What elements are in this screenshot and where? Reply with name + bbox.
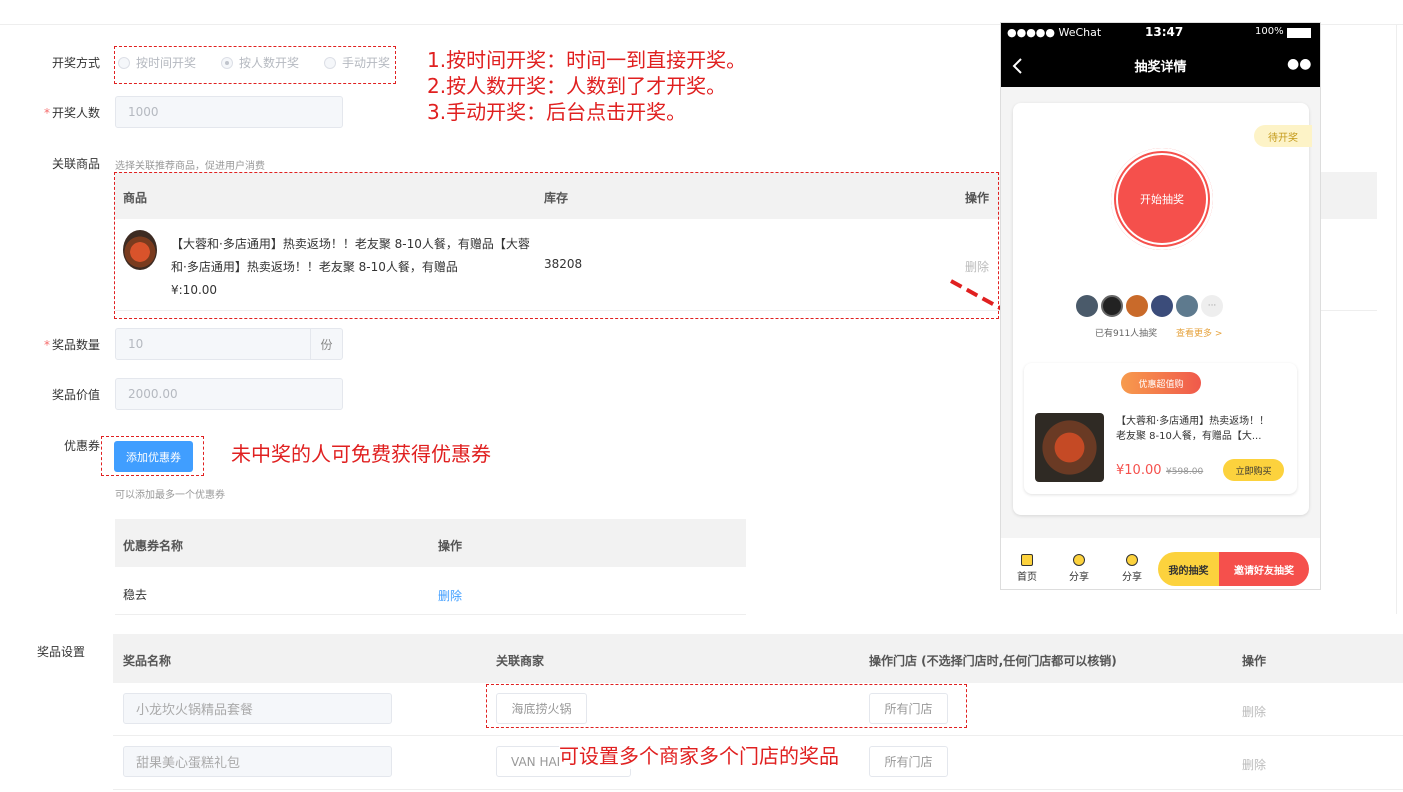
tab-label: 分享 — [1122, 572, 1142, 583]
product-title-line: 【大蓉和·多店通用】热卖返场！！ — [1116, 416, 1270, 427]
radio-label: 按时间开奖 — [136, 56, 197, 70]
prize-row-divider — [113, 789, 1403, 790]
prize-note: 可设置多个商家多个门店的奖品 — [559, 743, 839, 769]
mode-note: 2.按人数开奖：人数到了才开奖。 — [427, 74, 727, 98]
coupon-label: 优惠券 — [63, 439, 100, 453]
home-icon — [1021, 554, 1033, 566]
coupon-table-header — [115, 519, 746, 567]
carrier: ●●●●● WeChat — [1007, 26, 1102, 39]
nav-title: 抽奖详情 — [1134, 60, 1187, 75]
participants-text: 已有911人抽奖 — [1095, 329, 1158, 339]
avatar — [1151, 295, 1173, 317]
start-lottery-button[interactable]: 开始抽奖 — [1111, 148, 1213, 250]
related-goods-label: 关联商品 — [51, 157, 100, 171]
radio-manual[interactable]: 手动开奖 — [324, 54, 390, 71]
status-bar: ●●●●● WeChat 13:47 100% — [1001, 23, 1320, 43]
tab-share[interactable]: 分享 — [1059, 554, 1099, 583]
radio-by-count[interactable]: 按人数开奖 — [221, 54, 299, 71]
product-title: 【大蓉和·多店通用】热卖返场！！ 老友聚 8-10人餐，有赠品【大... — [1116, 414, 1292, 444]
prize-delete-link[interactable]: 删除 — [1242, 756, 1266, 773]
tab-share-2[interactable]: 分享 — [1112, 554, 1152, 583]
my-lottery-button[interactable]: 我的抽奖 — [1158, 552, 1219, 586]
coupon-delete-link[interactable]: 删除 — [438, 587, 462, 604]
coupon-note: 未中奖的人可免费获得优惠券 — [231, 442, 491, 466]
avatar — [1126, 295, 1148, 317]
prize-qty-input[interactable]: 10 — [115, 328, 311, 360]
tab-label: 首页 — [1017, 572, 1037, 583]
tab-home[interactable]: 首页 — [1007, 554, 1047, 583]
coupon-col-action: 操作 — [438, 539, 463, 553]
prize-col-store: 操作门店 (不选择门店时,任何门店都可以核销) — [869, 654, 1117, 668]
radio-circle-icon — [118, 56, 130, 69]
prize-delete-link[interactable]: 删除 — [1242, 703, 1266, 720]
buy-now-button[interactable]: 立即购买 — [1223, 459, 1284, 481]
prize-value-label: 奖品价值 — [51, 388, 100, 402]
mode-note: 1.按时间开奖：时间一到直接开奖。 — [427, 48, 747, 72]
mode-notes: 1.按时间开奖：时间一到直接开奖。 2.按人数开奖：人数到了才开奖。 3.手动开… — [427, 47, 746, 125]
radio-circle-icon — [221, 56, 233, 69]
nav-bar: 抽奖详情 ●● — [1001, 43, 1320, 87]
product-price: ¥10.00 — [1116, 463, 1162, 478]
draw-count-input[interactable]: 1000 — [115, 96, 343, 128]
promo-card: 优惠超值购 【大蓉和·多店通用】热卖返场！！ 老友聚 8-10人餐，有赠品【大.… — [1024, 363, 1297, 494]
status-tag: 待开奖 — [1254, 125, 1312, 147]
prize-qty-unit: 份 — [310, 328, 343, 360]
promo-tag: 优惠超值购 — [1121, 372, 1201, 394]
prize-col-merchant: 关联商家 — [496, 654, 545, 668]
product-image — [1035, 413, 1104, 482]
coupon-col-name: 优惠券名称 — [123, 539, 184, 553]
more-avatars-icon: ··· — [1201, 295, 1223, 317]
related-goods-hint: 选择关联推荐商品，促进用户消费 — [115, 161, 265, 172]
radio-label: 手动开奖 — [342, 56, 391, 70]
prize-name-input[interactable]: 小龙坎火锅精品套餐 — [123, 693, 392, 724]
prize-table-header — [113, 634, 1403, 683]
draw-count-label: * 开奖人数 — [43, 106, 100, 120]
prize-qty-label: * 奖品数量 — [43, 338, 100, 352]
tab-label: 分享 — [1069, 572, 1089, 583]
right-divider — [1396, 24, 1397, 614]
view-more-link[interactable]: 查看更多 > — [1176, 326, 1222, 339]
battery-icon — [1287, 28, 1311, 38]
coupon-name: 稳去 — [123, 588, 148, 602]
radio-circle-icon — [324, 56, 336, 69]
prize-highlight — [486, 684, 967, 728]
avatar — [1076, 295, 1098, 317]
more-icon[interactable]: ●● — [1287, 56, 1311, 72]
share-icon — [1073, 554, 1085, 566]
phone-preview: ●●●●● WeChat 13:47 100% 抽奖详情 ●● 待开奖 开始抽奖… — [1000, 22, 1321, 590]
radio-by-time[interactable]: 按时间开奖 — [118, 54, 196, 71]
start-lottery-label: 开始抽奖 — [1116, 153, 1208, 245]
prize-col-name: 奖品名称 — [123, 654, 172, 668]
radio-label: 按人数开奖 — [239, 56, 300, 70]
status-time: 13:47 — [1145, 25, 1184, 39]
prize-settings-label: 奖品设置 — [37, 645, 86, 659]
prize-col-action: 操作 — [1242, 654, 1267, 668]
avatar — [1101, 295, 1123, 317]
product-old-price: ¥598.00 — [1166, 467, 1204, 477]
mode-note: 3.手动开奖：后台点击开奖。 — [427, 100, 687, 124]
invite-friends-button[interactable]: 邀请好友抽奖 — [1219, 552, 1309, 586]
prize-row-divider — [113, 735, 1403, 736]
prize-name-input[interactable]: 甜果美心蛋糕礼包 — [123, 746, 392, 777]
draw-mode-label: 开奖方式 — [51, 56, 100, 70]
store-select[interactable]: 所有门店 — [869, 746, 948, 777]
lottery-card: 待开奖 开始抽奖 ··· 已有911人抽奖 查看更多 > 优惠超值购 【大蓉和·… — [1013, 103, 1312, 515]
participant-avatars: ··· — [1076, 295, 1223, 317]
smile-icon — [1126, 554, 1138, 566]
prize-value-input[interactable]: 2000.00 — [115, 378, 343, 410]
battery-text: 100% — [1255, 26, 1284, 37]
avatar — [1176, 295, 1198, 317]
add-coupon-button[interactable]: 添加优惠券 — [114, 441, 193, 472]
product-title-line: 老友聚 8-10人餐，有赠品【大... — [1116, 431, 1262, 442]
goods-highlight — [114, 172, 999, 319]
coupon-hint: 可以添加最多一个优惠券 — [115, 490, 225, 501]
coupon-row-divider — [115, 614, 746, 615]
bottom-tab-bar: 首页 分享 分享 我的抽奖 邀请好友抽奖 — [1001, 538, 1320, 589]
